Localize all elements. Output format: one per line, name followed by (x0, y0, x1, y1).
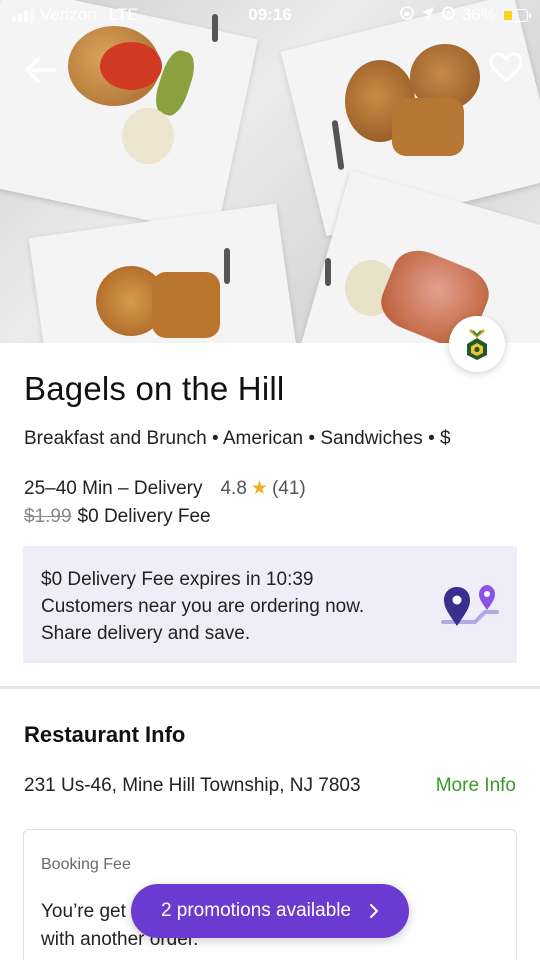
clock: 09:16 (248, 5, 292, 24)
alarm-icon (441, 5, 456, 25)
old-delivery-fee: $1.99 (24, 506, 72, 527)
booking-fee-text-start: You’re get (41, 901, 126, 922)
chevron-right-icon (370, 904, 379, 918)
hash-brown (392, 98, 464, 156)
restaurant-name: Bagels on the Hill (24, 370, 285, 407)
section-divider (0, 686, 540, 689)
signal-icon (12, 8, 34, 22)
review-count: (41) (271, 477, 306, 499)
map-pins-icon (441, 585, 499, 626)
status-bar: Verizon LTE 09:16 36% (0, 0, 540, 30)
restaurant-address: 231 Us-46, Mine Hill Township, NJ 7803 (24, 775, 361, 796)
delivery-time: 25–40 Min – Delivery (24, 477, 203, 499)
restaurant-info-heading: Restaurant Info (24, 722, 186, 747)
heart-outline-icon (489, 52, 523, 82)
favorite-button[interactable] (487, 48, 525, 86)
rating-value: 4.8 (220, 477, 247, 499)
carrier-label: Verizon (40, 5, 97, 24)
promo-line-2: Customers near you are ordering now. (41, 596, 365, 617)
battery-percent: 36% (461, 5, 496, 24)
battery-icon (502, 8, 531, 22)
promotions-available-button[interactable]: 2 promotions available (131, 884, 409, 938)
hash-brown (152, 272, 220, 338)
tomato-slice (100, 42, 162, 90)
delivery-fee-promo-card[interactable]: $0 Delivery Fee expires in 10:39 Custome… (23, 546, 517, 663)
more-info-link[interactable]: More Info (436, 775, 516, 797)
hero-food-image (0, 0, 540, 343)
rotation-lock-icon (399, 5, 415, 26)
delivery-fee: $0 Delivery Fee (77, 506, 211, 527)
promo-line-1: $0 Delivery Fee expires in 10:39 (41, 569, 314, 590)
location-arrow-icon (421, 5, 435, 25)
star-icon: ★ (250, 478, 268, 499)
promotions-label: 2 promotions available (160, 900, 352, 921)
fork (224, 248, 230, 284)
restaurant-logo (449, 316, 505, 372)
network-label: LTE (108, 5, 139, 24)
bagel-logo-icon (467, 328, 487, 360)
back-button[interactable] (22, 52, 58, 88)
side-salad (122, 108, 174, 164)
back-arrow-icon (25, 57, 56, 83)
booking-fee-label: Booking Fee (41, 856, 131, 873)
restaurant-categories: Breakfast and Brunch • American • Sandwi… (24, 428, 451, 449)
promo-line-3: Share delivery and save. (41, 623, 251, 644)
delivery-fee-row: $1.99 $0 Delivery Fee (24, 506, 211, 528)
fork (325, 258, 331, 286)
delivery-meta: 25–40 Min – Delivery 4.8 ★ (41) (24, 477, 306, 500)
